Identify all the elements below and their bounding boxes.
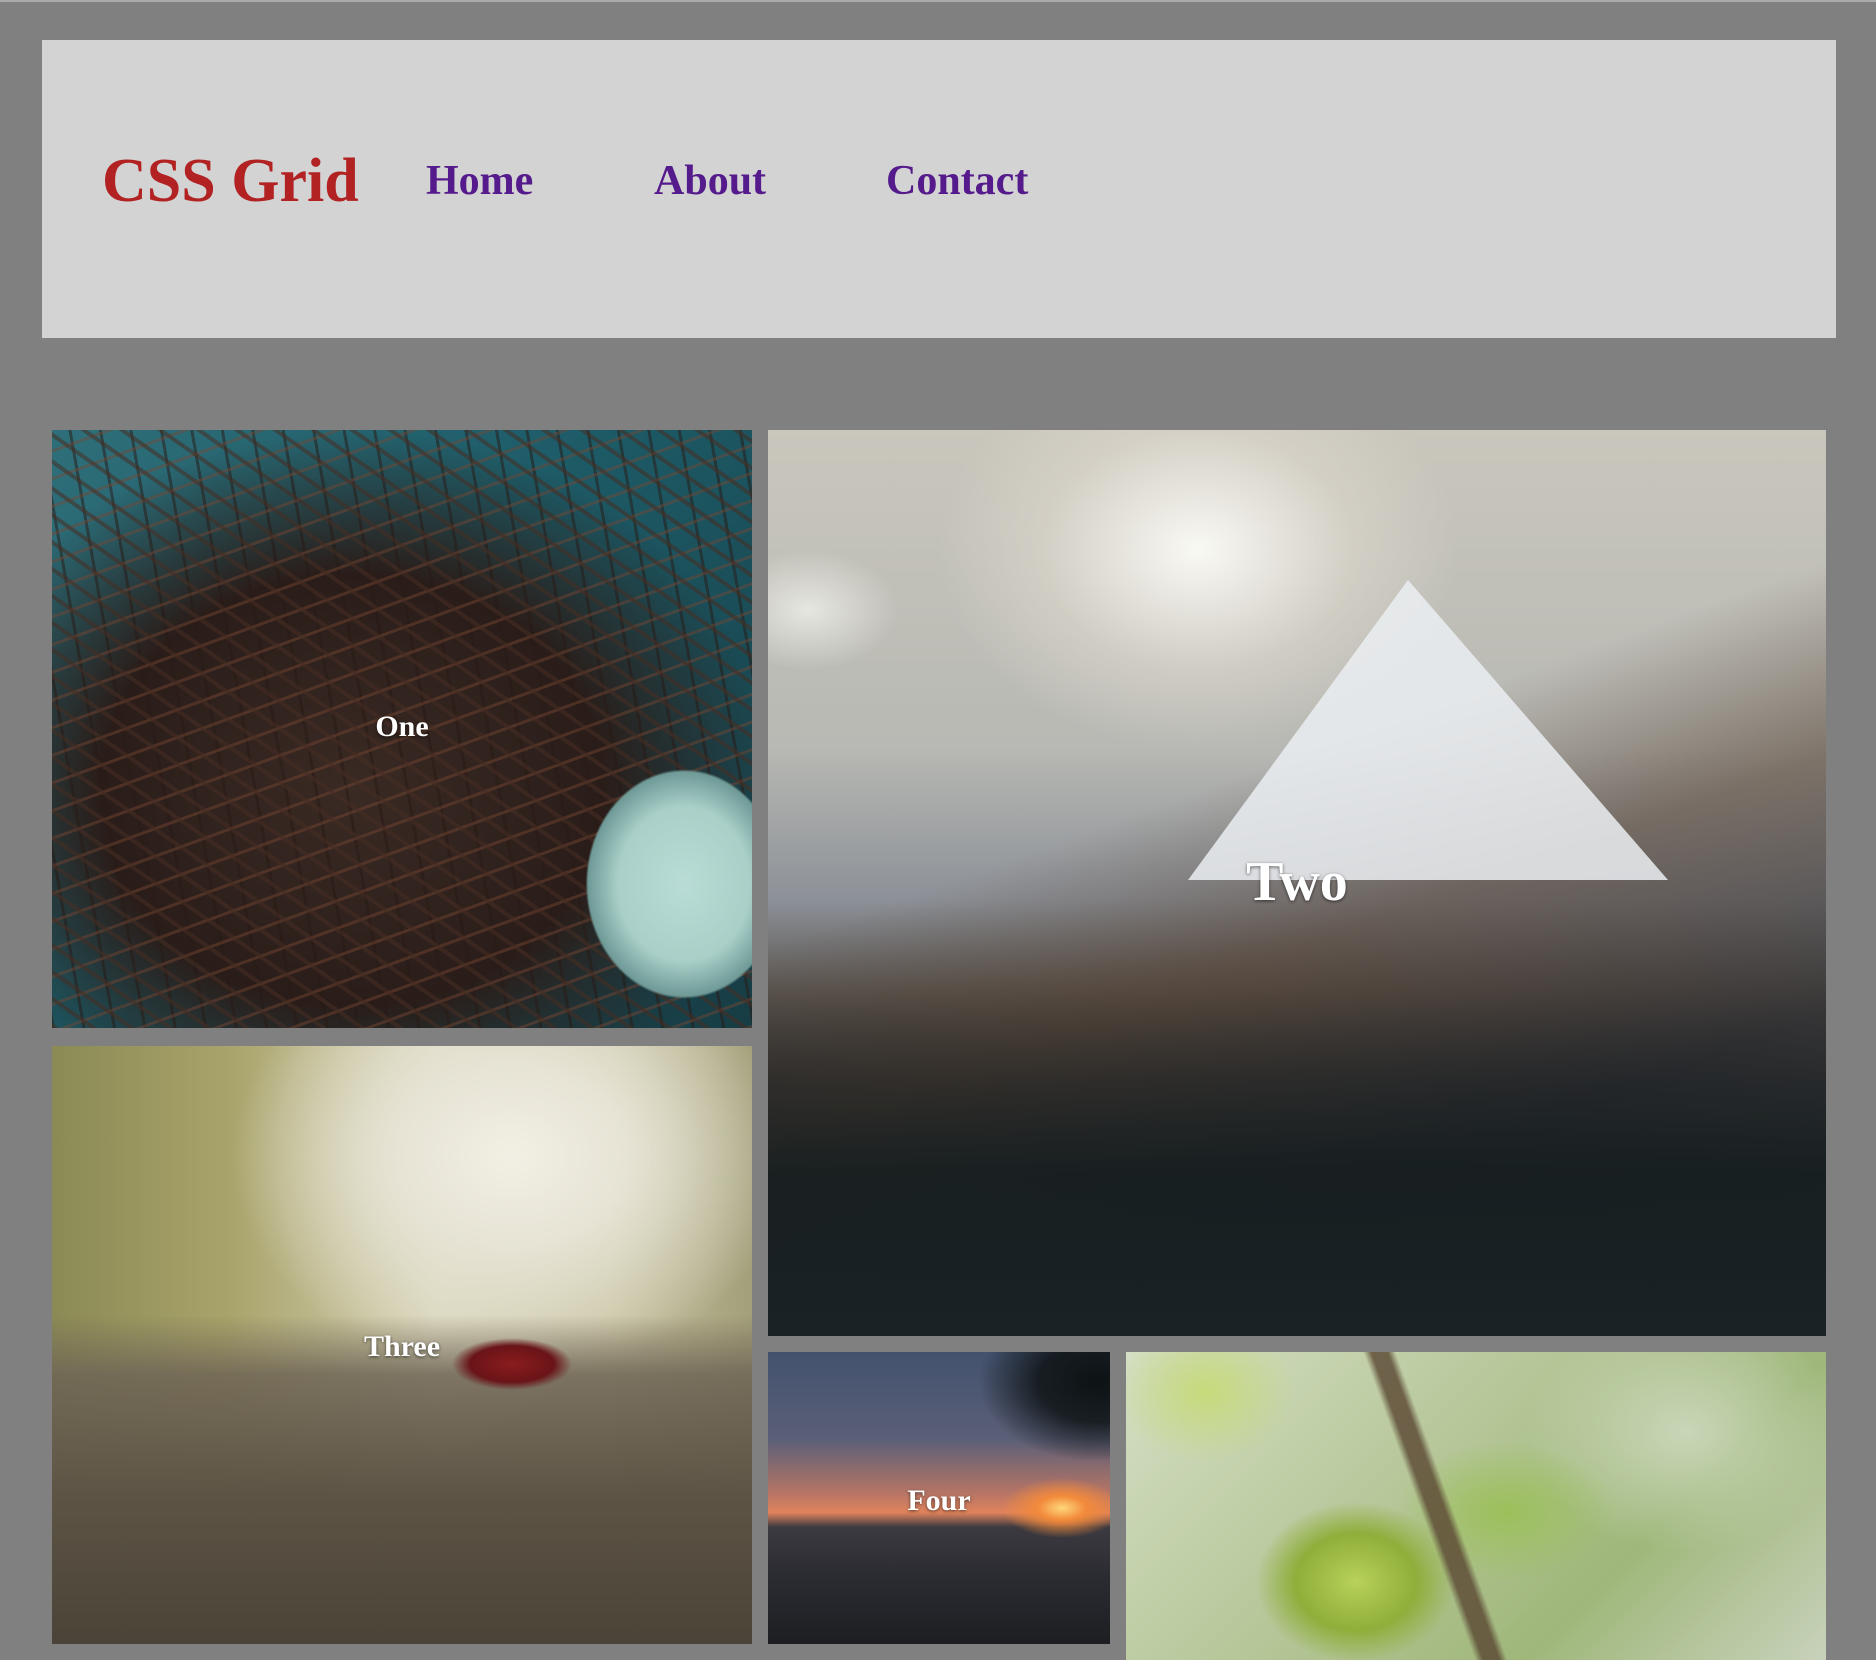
site-header: CSS Grid Home About Contact — [42, 40, 1836, 338]
grid-tile-four: Four — [768, 1352, 1110, 1644]
nav-link-about[interactable]: About — [654, 160, 766, 202]
tile-caption: Four — [907, 1484, 971, 1517]
grid-tile-one: One — [52, 430, 752, 1028]
grid-tile-five — [1126, 1352, 1826, 1660]
grid-tile-two: Two — [768, 430, 1826, 1336]
nav-link-contact[interactable]: Contact — [886, 160, 1028, 202]
tile-caption: Two — [1246, 851, 1348, 913]
top-border — [0, 0, 1876, 2]
mountain-peak-shape — [1188, 580, 1668, 880]
site-logo: CSS Grid — [102, 147, 359, 215]
grid-tile-three: Three — [52, 1046, 752, 1644]
tile-caption: Three — [363, 1330, 441, 1363]
tile-caption: One — [375, 710, 429, 743]
nav-link-home[interactable]: Home — [426, 160, 533, 202]
